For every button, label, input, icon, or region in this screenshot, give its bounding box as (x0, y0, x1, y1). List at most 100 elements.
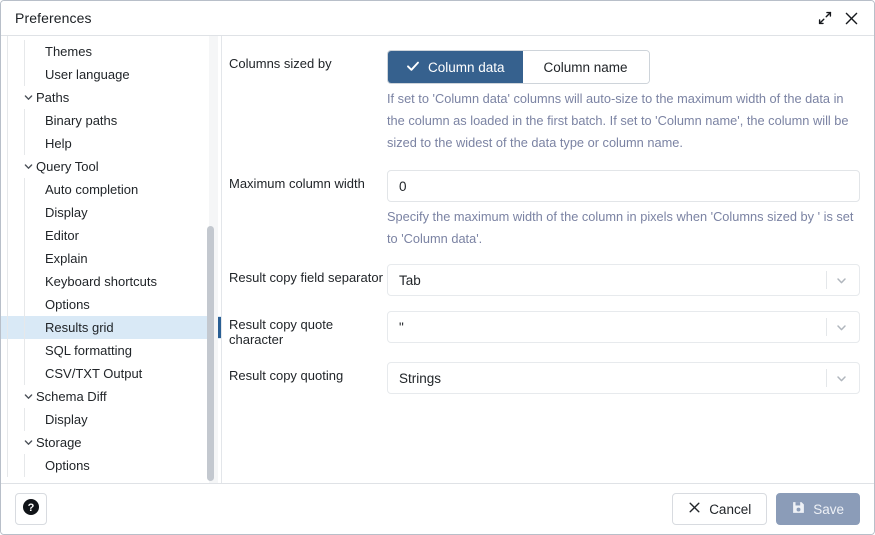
dialog-footer: ? Cancel Save (1, 483, 874, 534)
help-button[interactable]: ? (15, 493, 47, 525)
sidebar-item-label: Options (45, 459, 90, 472)
result-copy-quoting-value: Strings (399, 371, 826, 386)
preferences-dialog: Preferences Themes User language Paths Bina… (0, 0, 875, 535)
sidebar-item-themes[interactable]: Themes (1, 40, 221, 63)
save-button-label: Save (813, 502, 844, 517)
select-divider (826, 318, 827, 336)
tree-guide-line (7, 36, 8, 477)
sidebar-scrollbar-thumb[interactable] (207, 226, 214, 481)
columns-sized-by-label: Columns sized by (222, 50, 387, 71)
sidebar-item-user-language[interactable]: User language (1, 63, 221, 86)
result-copy-quote-character-value: " (399, 320, 826, 335)
sidebar-item-options[interactable]: Options (1, 293, 221, 316)
sidebar-item-label: SQL formatting (45, 344, 132, 357)
result-copy-field-separator-select[interactable]: Tab (387, 264, 860, 296)
maximum-column-width-label: Maximum column width (222, 170, 387, 191)
toggle-column-data-label: Column data (428, 60, 505, 75)
sidebar-item-label: User language (45, 68, 130, 81)
toggle-column-data[interactable]: Column data (388, 51, 523, 83)
field-result-copy-quoting: Result copy quoting Strings (222, 362, 860, 394)
sidebar-item-query-tool[interactable]: Query Tool (1, 155, 221, 178)
chevron-down-icon (835, 372, 848, 385)
tree-guide-line (24, 40, 25, 86)
check-icon (406, 59, 420, 76)
tree-guide-line (24, 408, 25, 431)
sidebar-item-auto-completion[interactable]: Auto completion (1, 178, 221, 201)
result-copy-quote-character-label: Result copy quote character (222, 311, 387, 347)
sidebar-item-label: Themes (45, 45, 92, 58)
cancel-button-label: Cancel (709, 502, 751, 517)
field-result-copy-quote-character: Result copy quote character " (222, 311, 860, 347)
sidebar-item-label: Editor (45, 229, 79, 242)
sidebar-item-schema-diff[interactable]: Schema Diff (1, 385, 221, 408)
sidebar-item-label: Paths (36, 91, 69, 104)
sidebar-item-label: Auto completion (45, 183, 138, 196)
save-disk-icon (792, 501, 805, 517)
expand-diagonal-icon[interactable] (812, 5, 838, 31)
sidebar-item-label: Help (45, 137, 72, 150)
result-copy-field-separator-value: Tab (399, 273, 826, 288)
sidebar-item-binary-paths[interactable]: Binary paths (1, 109, 221, 132)
page-title: Preferences (15, 10, 812, 26)
sidebar-item-label: Display (45, 413, 88, 426)
sidebar-item-paths[interactable]: Paths (1, 86, 221, 109)
preferences-tree: Themes User language Paths Binary paths Help… (1, 36, 221, 477)
chevron-down-icon[interactable] (22, 431, 34, 454)
result-copy-quoting-select[interactable]: Strings (387, 362, 860, 394)
sidebar-item-label: Results grid (45, 321, 114, 334)
select-divider (826, 369, 827, 387)
sidebar-item-results-grid[interactable]: Results grid (1, 316, 221, 339)
sidebar-item-explain[interactable]: Explain (1, 247, 221, 270)
dialog-body: Themes User language Paths Binary paths Help… (1, 36, 874, 483)
sidebar-item-label: Schema Diff (36, 390, 107, 403)
sidebar-item-label: Storage (36, 436, 82, 449)
sidebar-item-display[interactable]: Display (1, 408, 221, 431)
result-copy-quoting-label: Result copy quoting (222, 362, 387, 383)
sidebar-item-label: Explain (45, 252, 88, 265)
chevron-down-icon[interactable] (22, 385, 34, 408)
cancel-button[interactable]: Cancel (672, 493, 767, 525)
toggle-column-name-label: Column name (544, 60, 628, 75)
chevron-down-icon[interactable] (22, 155, 34, 178)
close-icon[interactable] (838, 5, 864, 31)
sidebar-item-display[interactable]: Display (1, 201, 221, 224)
sidebar-item-help[interactable]: Help (1, 132, 221, 155)
sidebar-item-editor[interactable]: Editor (1, 224, 221, 247)
sidebar-item-sql-formatting[interactable]: SQL formatting (1, 339, 221, 362)
sidebar-item-csv-txt-output[interactable]: CSV/TXT Output (1, 362, 221, 385)
sidebar-item-label: Keyboard shortcuts (45, 275, 157, 288)
tree-guide-line (24, 454, 25, 477)
sidebar-item-label: Options (45, 298, 90, 311)
sidebar-item-storage[interactable]: Storage (1, 431, 221, 454)
chevron-down-icon[interactable] (22, 86, 34, 109)
result-copy-field-separator-label: Result copy field separator (222, 264, 387, 285)
select-divider (826, 271, 827, 289)
field-result-copy-field-separator: Result copy field separator Tab (222, 264, 860, 296)
preferences-content-panel: Columns sized by Column data (222, 36, 874, 483)
tree-guide-line (24, 109, 25, 155)
tree-guide-line (24, 178, 25, 385)
close-icon (688, 501, 701, 517)
chevron-down-icon (835, 274, 848, 287)
field-maximum-column-width: Maximum column width Specify the maximum… (222, 170, 860, 250)
sidebar-item-label: Query Tool (36, 160, 99, 173)
columns-sized-by-toggle-group[interactable]: Column data Column name (387, 50, 650, 84)
field-columns-sized-by: Columns sized by Column data (222, 50, 860, 154)
chevron-down-icon (835, 321, 848, 334)
columns-sized-by-help: If set to 'Column data' columns will aut… (387, 84, 859, 154)
result-copy-quote-character-select[interactable]: " (387, 311, 860, 343)
sidebar-item-label: Binary paths (45, 114, 117, 127)
preferences-sidebar: Themes User language Paths Binary paths Help… (1, 36, 222, 483)
question-mark-icon: ? (22, 498, 40, 521)
toggle-column-name[interactable]: Column name (523, 51, 649, 83)
maximum-column-width-input[interactable] (387, 170, 860, 202)
sidebar-item-label: Display (45, 206, 88, 219)
sidebar-item-label: CSV/TXT Output (45, 367, 142, 380)
svg-text:?: ? (28, 502, 35, 514)
maximum-column-width-help: Specify the maximum width of the column … (387, 202, 859, 250)
save-button[interactable]: Save (776, 493, 860, 525)
sidebar-scrollbar-track[interactable] (209, 36, 218, 483)
sidebar-item-options[interactable]: Options (1, 454, 221, 477)
title-bar: Preferences (1, 1, 874, 36)
sidebar-item-keyboard-shortcuts[interactable]: Keyboard shortcuts (1, 270, 221, 293)
